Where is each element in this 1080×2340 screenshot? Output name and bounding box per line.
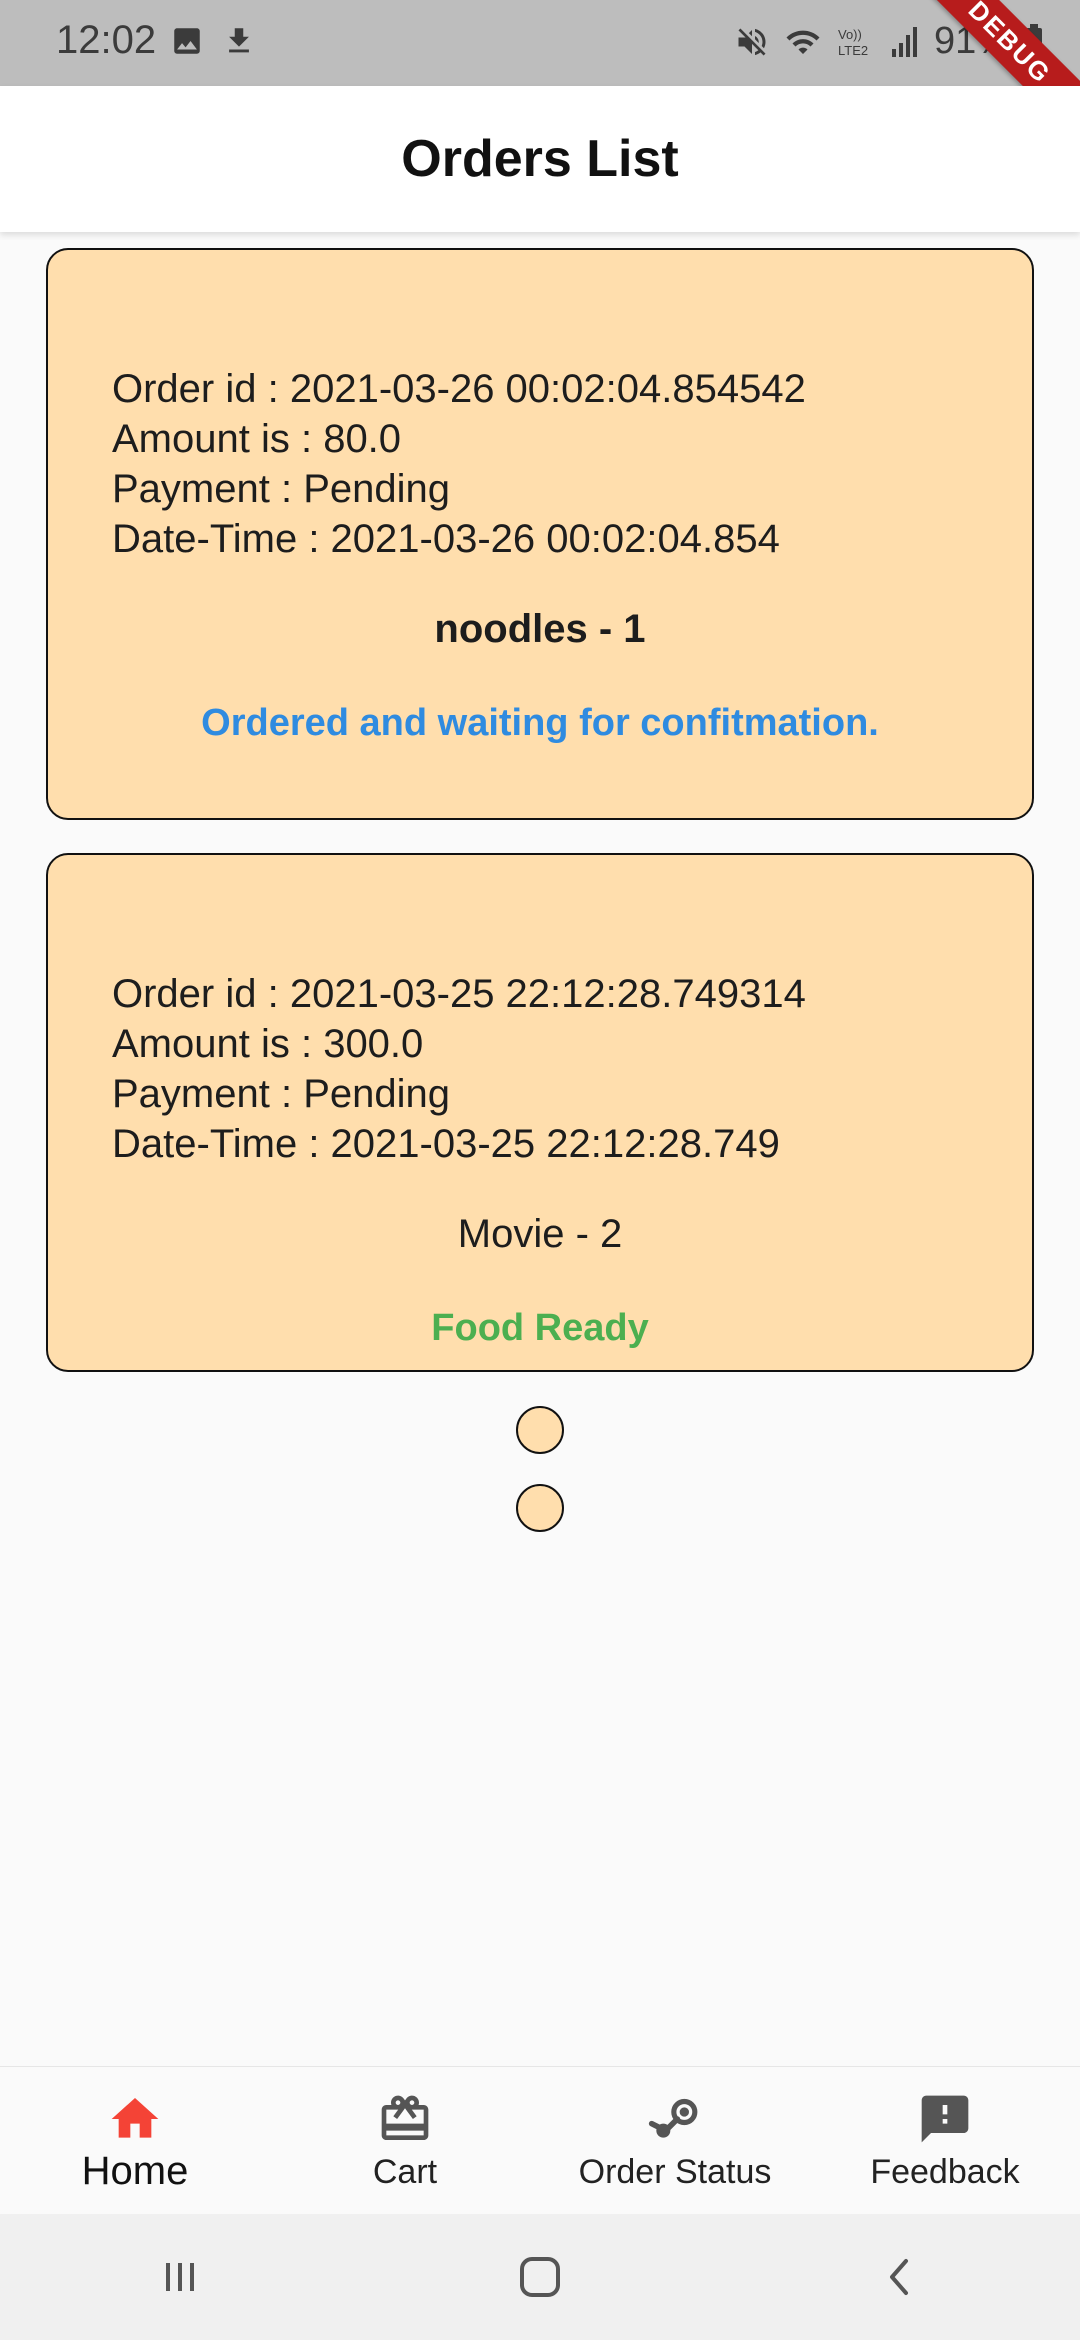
order-amount: Amount is : 80.0 <box>112 417 402 461</box>
order-datetime: Date-Time : 2021-03-26 00:02:04.854 <box>112 517 780 561</box>
mute-icon <box>738 28 766 55</box>
nav-label: Cart <box>372 2153 438 2191</box>
order-payment: Payment : Pending <box>112 1072 450 1116</box>
order-amount: Amount is : 300.0 <box>112 1022 424 1066</box>
empty-order-dot <box>516 1484 564 1532</box>
order-datetime: Date-Time : 2021-03-25 22:12:28.749 <box>112 1122 780 1166</box>
order-item: noodles - 1 <box>434 607 646 651</box>
order-status-icon <box>648 2098 698 2138</box>
recents-icon[interactable] <box>150 2247 210 2307</box>
bottom-navigation: Home Cart Order Status Feedback <box>0 2066 1080 2214</box>
image-icon <box>174 28 200 54</box>
order-id: Order id : 2021-03-26 00:02:04.854542 <box>112 367 806 411</box>
nav-label: Home <box>81 2149 189 2193</box>
svg-text:Vo)): Vo)) <box>838 27 862 42</box>
signal-icon <box>891 26 917 57</box>
nav-label: Order Status <box>578 2153 772 2191</box>
nav-label: Feedback <box>870 2153 1020 2191</box>
order-item: Movie - 2 <box>457 1212 623 1256</box>
home-icon <box>111 2098 159 2138</box>
status-time: 12:02 <box>56 18 157 62</box>
app-bar: Orders List <box>0 86 1080 232</box>
wifi-icon <box>786 30 820 54</box>
order-id: Order id : 2021-03-25 22:12:28.749314 <box>112 972 806 1016</box>
order-card[interactable]: Order id : 2021-03-25 22:12:28.749314 Am… <box>46 853 1034 1372</box>
empty-order-dot <box>516 1406 564 1454</box>
order-status: Ordered and waiting for confitmation. <box>201 702 879 744</box>
order-payment: Payment : Pending <box>112 467 450 511</box>
volte-icon: Vo)) LTE2 <box>838 27 868 58</box>
status-bar: 12:02 Vo)) LTE2 91% DEBUG <box>0 0 1080 150</box>
cart-icon <box>381 2095 429 2140</box>
system-navigation-bar <box>0 2214 1080 2340</box>
download-icon <box>229 28 249 53</box>
svg-text:LTE2: LTE2 <box>838 43 868 58</box>
order-status: Food Ready <box>431 1307 649 1349</box>
nav-home[interactable]: Home <box>0 2067 270 2214</box>
nav-cart[interactable]: Cart <box>270 2067 540 2214</box>
nav-order-status[interactable]: Order Status <box>540 2067 810 2214</box>
nav-feedback[interactable]: Feedback <box>810 2067 1080 2214</box>
order-card[interactable]: Order id : 2021-03-26 00:02:04.854542 Am… <box>46 248 1034 820</box>
home-circle-icon[interactable] <box>510 2247 570 2307</box>
back-icon[interactable] <box>870 2247 930 2307</box>
page-title: Orders List <box>401 130 679 188</box>
feedback-icon <box>921 2095 969 2143</box>
